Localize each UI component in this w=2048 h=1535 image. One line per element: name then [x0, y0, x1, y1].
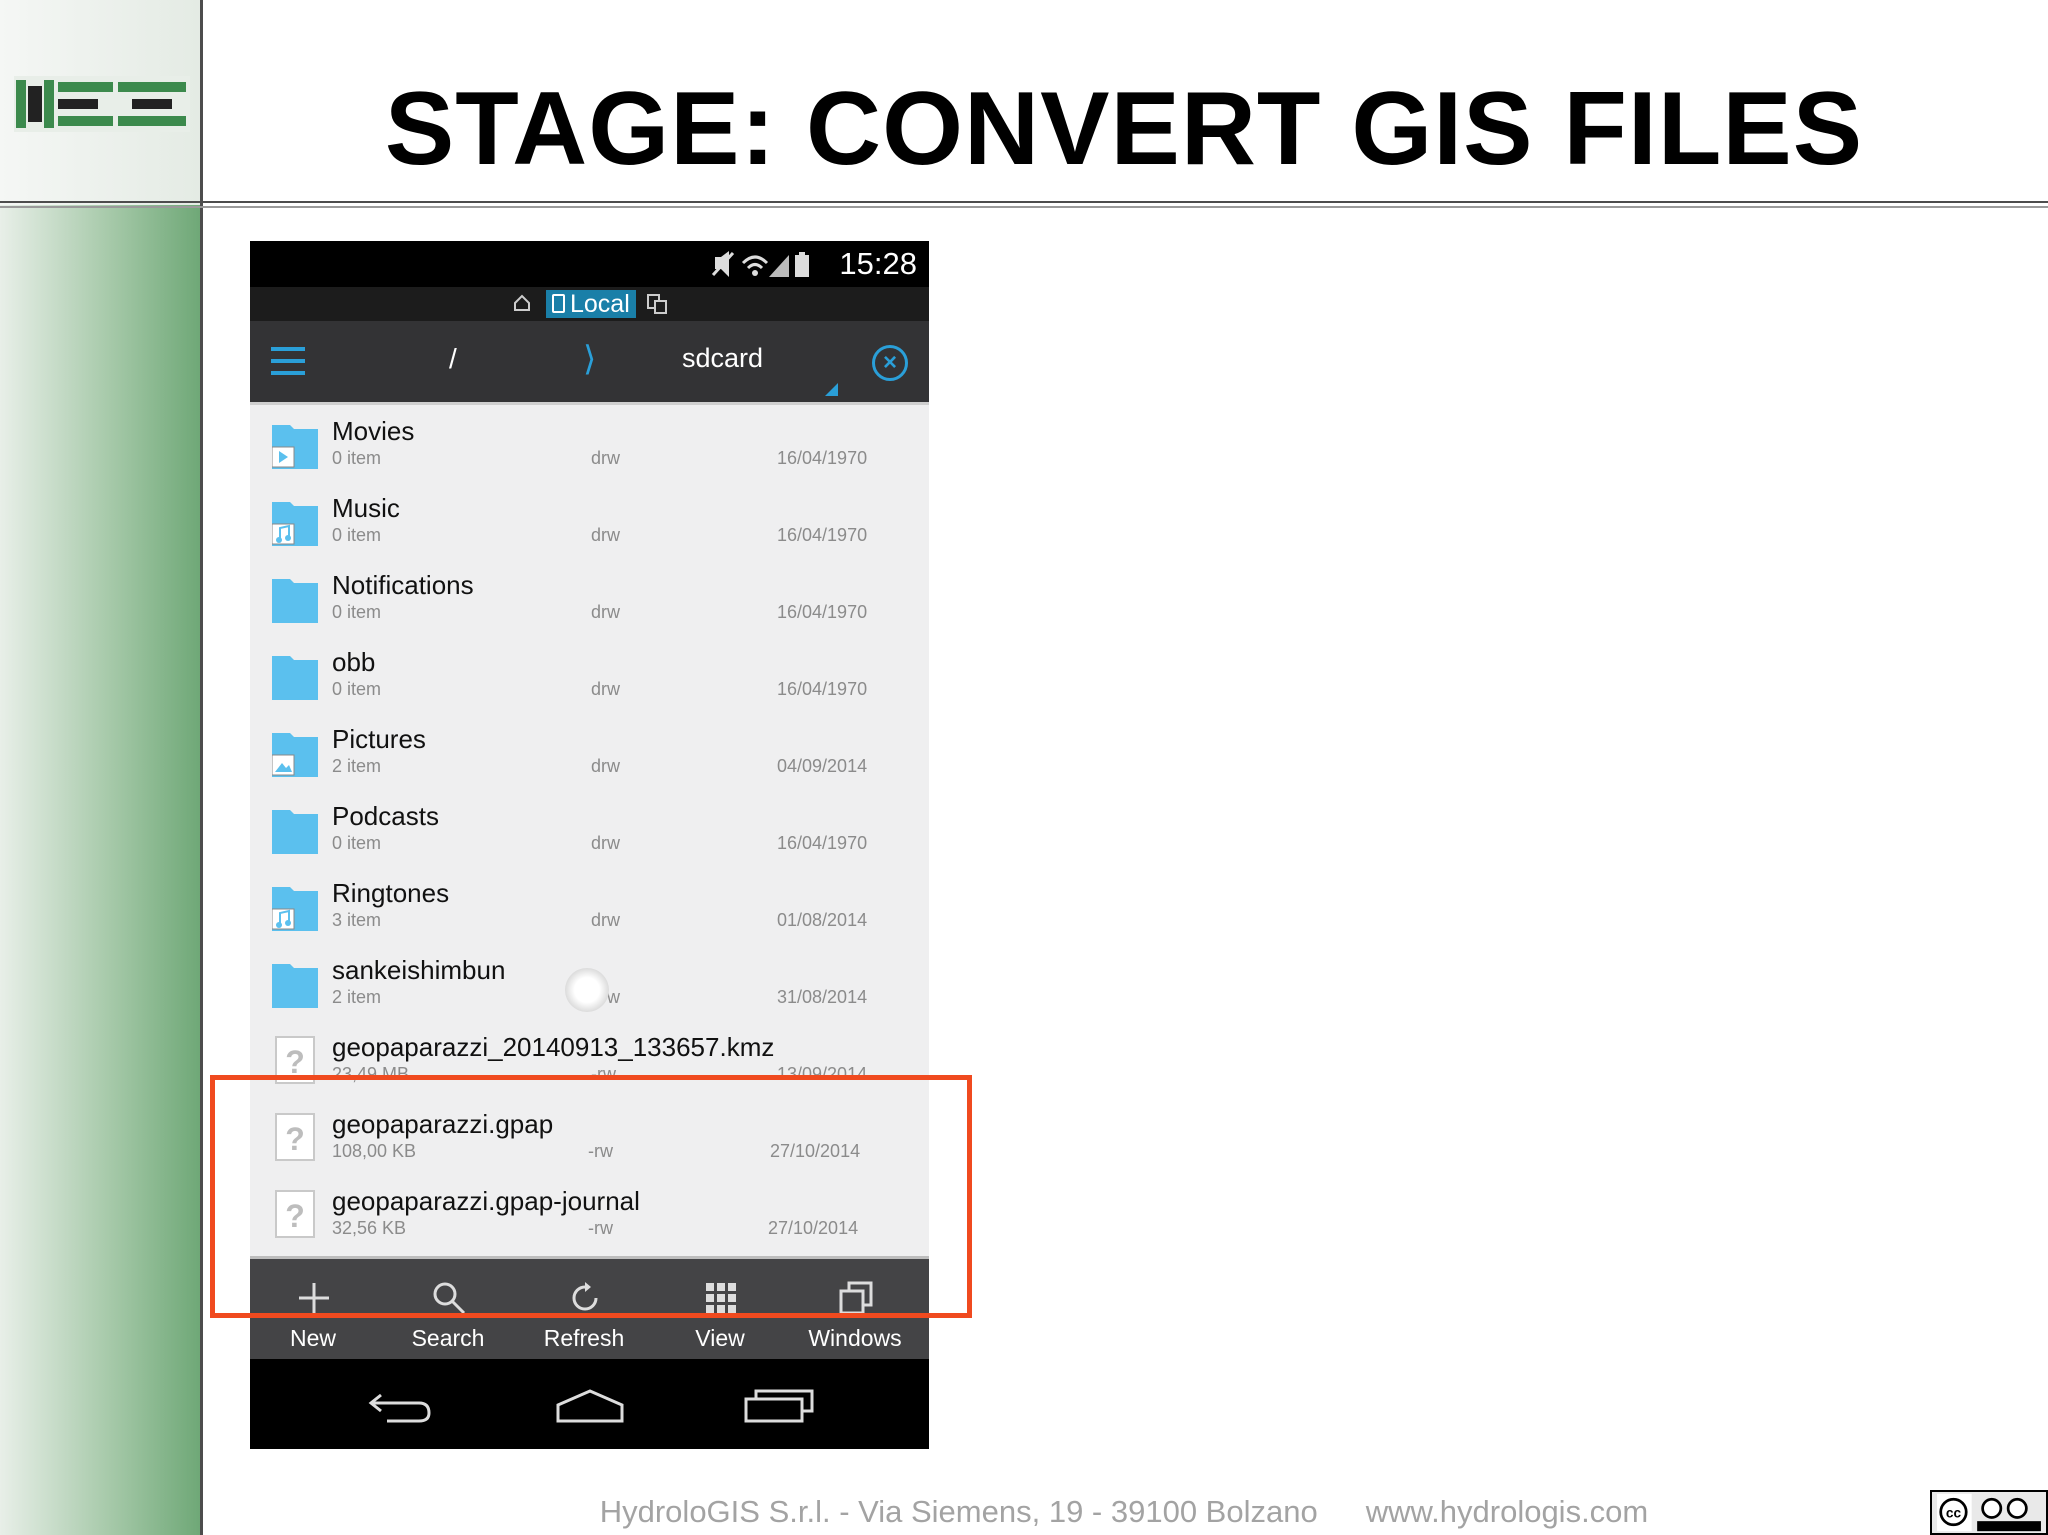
- dropdown-indicator-icon[interactable]: [825, 383, 838, 396]
- close-icon[interactable]: ×: [872, 345, 908, 381]
- file-name: obb: [332, 647, 376, 677]
- recent-apps-icon[interactable]: [744, 1387, 816, 1423]
- folder-music-icon: [272, 502, 318, 546]
- footer-address: HydroloGIS S.r.l. - Via Siemens, 19 - 39…: [599, 1494, 1318, 1529]
- mute-icon: [711, 251, 735, 277]
- battery-icon: [795, 252, 809, 277]
- file-permissions: drw: [591, 448, 621, 468]
- list-item[interactable]: Podcasts 0 item drw 16/04/1970: [250, 790, 929, 867]
- list-item[interactable]: Ringtones 3 item drw 01/08/2014: [250, 867, 929, 944]
- status-time: 15:28: [839, 246, 917, 281]
- file-permissions: drw: [591, 833, 621, 853]
- home-icon[interactable]: [512, 293, 532, 313]
- highlight-box: [210, 1075, 972, 1318]
- file-date: 04/09/2014: [777, 756, 868, 776]
- view-label: View: [695, 1325, 745, 1351]
- folder-picture-icon: [272, 733, 318, 777]
- file-name: Ringtones: [332, 878, 450, 908]
- file-size: 0 item: [332, 448, 382, 468]
- path-bar: / ⟩ sdcard ×: [250, 321, 929, 405]
- refresh-label: Refresh: [543, 1325, 625, 1351]
- svg-text:cc: cc: [1946, 1506, 1962, 1521]
- title-divider: [0, 201, 2048, 208]
- file-size: 3 item: [332, 910, 382, 930]
- slide-sidebar: [0, 0, 203, 1535]
- file-size: 0 item: [332, 525, 382, 545]
- file-date: 16/04/1970: [777, 833, 868, 853]
- file-name: Notifications: [332, 570, 474, 600]
- location-local-tab[interactable]: Local: [546, 290, 636, 318]
- footer-url[interactable]: www.hydrologis.com: [1366, 1494, 1649, 1529]
- back-icon[interactable]: [367, 1387, 433, 1423]
- home-nav-icon[interactable]: [554, 1387, 626, 1423]
- android-nav-bar: [250, 1359, 929, 1449]
- signal-icon: [769, 255, 789, 277]
- file-size: 0 item: [332, 602, 382, 622]
- file-date: 16/04/1970: [777, 602, 868, 622]
- folder-icon: [272, 810, 318, 854]
- status-icons: [711, 251, 809, 277]
- location-label: Local: [570, 290, 630, 318]
- windows-label: Windows: [808, 1325, 902, 1351]
- folder-icon: [272, 656, 318, 700]
- phone-icon: [552, 294, 565, 313]
- folder-video-icon: [272, 425, 318, 469]
- breadcrumb-current[interactable]: sdcard: [682, 343, 763, 374]
- status-bar: 15:28: [250, 241, 929, 287]
- loading-spinner-icon: [565, 968, 609, 1012]
- file-size: 2 item: [332, 756, 382, 776]
- breadcrumb-separator-icon: ⟩: [583, 340, 597, 378]
- list-item[interactable]: obb 0 item drw 16/04/1970: [250, 636, 929, 713]
- folder-icon: [272, 579, 318, 623]
- list-item[interactable]: Pictures 2 item drw 04/09/2014: [250, 713, 929, 790]
- list-item[interactable]: Movies 0 item drw 16/04/1970: [250, 405, 929, 482]
- file-size: 0 item: [332, 833, 382, 853]
- file-date: 16/04/1970: [777, 525, 868, 545]
- file-name: Music: [332, 493, 400, 523]
- file-size: 0 item: [332, 679, 382, 699]
- folder-music-icon: [272, 887, 318, 931]
- folder-icon: [272, 964, 318, 1008]
- file-name: geopaparazzi_20140913_133657.kmz: [332, 1032, 775, 1062]
- location-bar: Local: [250, 287, 929, 321]
- file-date: 16/04/1970: [777, 679, 868, 699]
- file-name: Podcasts: [332, 801, 439, 831]
- hydrologis-logo: [14, 76, 190, 132]
- list-item[interactable]: Music 0 item drw 16/04/1970: [250, 482, 929, 559]
- file-name: Movies: [332, 416, 415, 446]
- slide-title: STAGE: CONVERT GIS FILES: [384, 71, 1864, 187]
- search-label: Search: [411, 1325, 485, 1351]
- file-permissions: drw: [591, 602, 621, 622]
- logo-area: [0, 0, 200, 205]
- hamburger-menu-icon[interactable]: [271, 347, 305, 375]
- file-name: Pictures: [332, 724, 426, 754]
- file-permissions: drw: [591, 679, 621, 699]
- wifi-icon: [741, 255, 769, 276]
- file-date: 31/08/2014: [777, 987, 868, 1007]
- creative-commons-badge: cc: [1930, 1490, 2048, 1535]
- file-date: 01/08/2014: [777, 910, 868, 930]
- breadcrumb-root[interactable]: /: [449, 343, 457, 375]
- file-name: sankeishimbun: [332, 955, 506, 985]
- new-label: New: [289, 1325, 336, 1351]
- network-icon[interactable]: [646, 293, 668, 315]
- file-date: 16/04/1970: [777, 448, 868, 468]
- slide-footer: HydroloGIS S.r.l. - Via Siemens, 19 - 39…: [200, 1494, 2048, 1530]
- file-permissions: drw: [591, 756, 621, 776]
- file-permissions: drw: [591, 525, 621, 545]
- file-size: 2 item: [332, 987, 382, 1007]
- file-permissions: drw: [591, 910, 621, 930]
- list-item[interactable]: Notifications 0 item drw 16/04/1970: [250, 559, 929, 636]
